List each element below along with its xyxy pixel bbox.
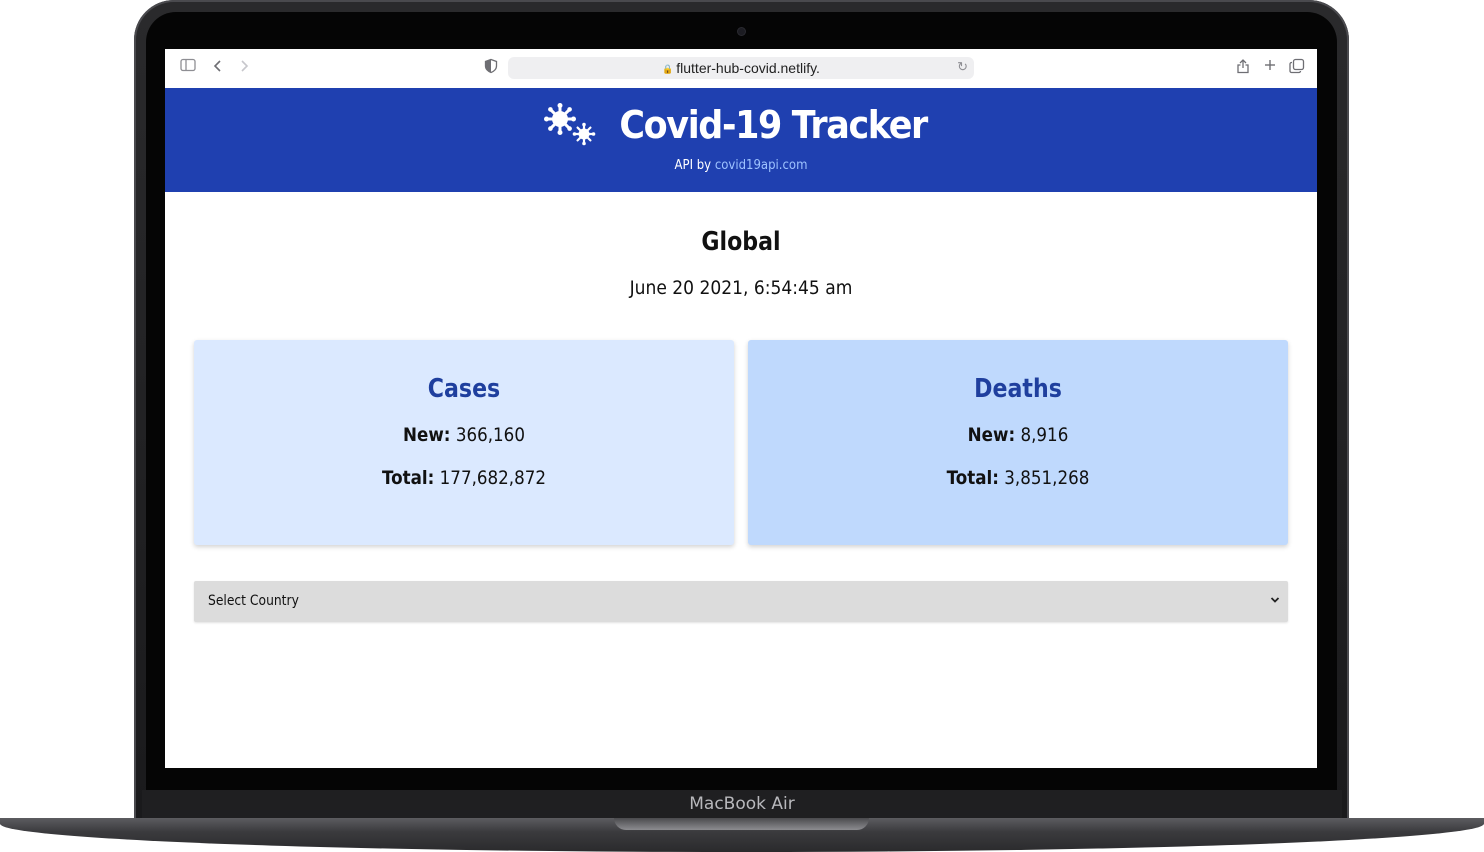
cases-total-value: 177,682,872 (439, 467, 547, 489)
browser-window: 🔒 flutter-hub-covid.netlify. ↻ Covid-19 … (165, 49, 1317, 768)
country-select-value: Select Country (208, 593, 299, 609)
url-text: flutter-hub-covid.netlify. (676, 60, 820, 76)
share-icon[interactable] (1233, 58, 1253, 78)
title-row: Covid-19 Tracker (165, 100, 1317, 150)
camera-icon (738, 28, 745, 35)
summary-date: June 20 2021, 6:54:45 am (629, 277, 853, 299)
cases-title: Cases (427, 374, 501, 404)
forward-icon[interactable] (234, 58, 254, 78)
cases-total-label: Total: (381, 467, 435, 489)
lock-icon: 🔒 (662, 64, 674, 74)
cases-new: New: 366,160 (226, 424, 701, 446)
laptop-notch (614, 818, 869, 830)
deaths-new-label: New: (967, 424, 1016, 446)
api-credit: API by covid19api.com (223, 158, 1260, 173)
tabs-icon[interactable] (1287, 58, 1307, 78)
browser-toolbar: 🔒 flutter-hub-covid.netlify. ↻ (165, 49, 1317, 89)
api-prefix: API by (674, 158, 712, 173)
reload-icon[interactable]: ↻ (957, 59, 968, 75)
address-bar[interactable]: 🔒 flutter-hub-covid.netlify. ↻ (508, 57, 974, 79)
summary-title: Global (701, 227, 781, 257)
app-header: Covid-19 Tracker API by covid19api.com (165, 88, 1317, 192)
back-icon[interactable] (208, 58, 228, 78)
deaths-total-label: Total: (946, 467, 999, 489)
sidebar-icon[interactable] (178, 58, 198, 78)
api-link[interactable]: covid19api.com (715, 158, 808, 173)
deaths-card: Deaths New: 8,916 Total: 3,851,268 (748, 340, 1288, 545)
chevron-down-icon (1270, 592, 1280, 607)
cases-card: Cases New: 366,160 Total: 177,682,872 (194, 340, 734, 545)
virus-icon (543, 103, 596, 146)
cases-total: Total: 177,682,872 (226, 467, 701, 489)
app-title: Covid-19 Tracker (619, 103, 928, 147)
country-select[interactable]: Select Country (194, 581, 1288, 622)
device-label: MacBook Air (689, 794, 795, 814)
deaths-new: New: 8,916 (780, 424, 1255, 446)
deaths-total-value: 3,851,268 (1004, 467, 1090, 489)
deaths-new-value: 8,916 (1020, 424, 1069, 446)
deaths-title: Deaths (974, 374, 1062, 404)
cases-new-value: 366,160 (455, 424, 525, 446)
shield-icon[interactable] (481, 58, 501, 78)
new-tab-icon[interactable] (1260, 58, 1280, 78)
deaths-total: Total: 3,851,268 (780, 467, 1255, 489)
cases-new-label: New: (403, 424, 451, 446)
